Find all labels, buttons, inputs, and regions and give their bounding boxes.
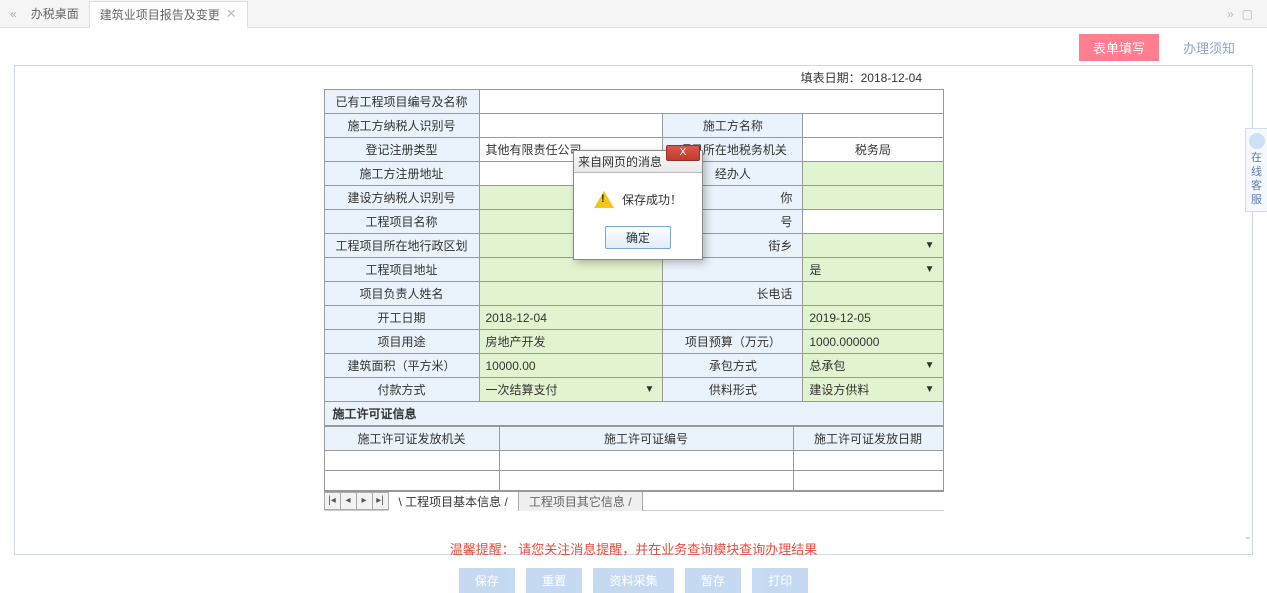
label-manager: 项目负责人姓名 [324, 282, 479, 306]
sheet-last-icon[interactable]: ▸| [372, 492, 388, 510]
close-icon[interactable]: ✕ [226, 6, 237, 22]
value-agent[interactable] [803, 162, 943, 186]
chevron-down-icon[interactable]: ▼ [925, 264, 935, 275]
subtab-notice[interactable]: 办理须知 [1169, 34, 1249, 61]
label-usage: 项目用途 [324, 330, 479, 354]
permit-col-authority: 施工许可证发放机关 [324, 427, 499, 451]
label-reg-type: 登记注册类型 [324, 138, 479, 162]
value-contract-mode[interactable]: 总承包▼ [803, 354, 943, 378]
print-button[interactable]: 打印 [752, 568, 808, 593]
label-contractor-name: 施工方名称 [663, 114, 803, 138]
dialog-titlebar[interactable]: 来自网页的消息 X [574, 151, 702, 173]
tabs-next-icon[interactable]: » [1227, 7, 1234, 21]
sheet-tab-bar: |◂ ◂ ▸ ▸| \ 工程项目基本信息 / 工程项目其它信息 / [324, 491, 944, 511]
value-start-date[interactable]: 2018-12-04 [479, 306, 663, 330]
chevron-down-icon[interactable]: ▼ [925, 384, 935, 395]
label-phone-suffix: 长电话 [663, 282, 803, 306]
permit-col-date: 施工许可证发放日期 [793, 427, 943, 451]
value-project-addr[interactable] [479, 258, 663, 282]
form-frame: 填表日期：2018-12-04 已有工程项目编号及名称 施工方纳税人识别号 施工… [14, 65, 1253, 555]
save-success-dialog: 来自网页的消息 X 保存成功！ 确定 [573, 150, 703, 260]
reminder-text: 温馨提醒： 请您关注消息提醒，并在业务查询模块查询办理结果 [15, 539, 1252, 558]
chevron-down-icon[interactable]: ▼ [644, 384, 654, 395]
value-proj-no[interactable] [803, 210, 943, 234]
label-area: 建筑面积（平方米） [324, 354, 479, 378]
tabs-prev-icon[interactable]: « [6, 7, 21, 21]
tab-building-project[interactable]: 建筑业项目报告及变更 ✕ [89, 1, 248, 28]
sheet-prev-icon[interactable]: ◂ [340, 492, 356, 510]
label-start-date: 开工日期 [324, 306, 479, 330]
permit-col-number: 施工许可证编号 [499, 427, 793, 451]
warning-icon [594, 191, 614, 208]
chevron-down-icon[interactable]: ▼ [925, 360, 935, 371]
label-hidden1 [663, 258, 803, 282]
tabs-menu-icon[interactable]: ▢ [1242, 7, 1253, 21]
dialog-close-button[interactable]: X [666, 145, 700, 161]
value-tax-authority: 税务局 [803, 138, 943, 162]
value-budget[interactable]: 1000.000000 [803, 330, 943, 354]
reset-button[interactable]: 重置 [526, 568, 582, 593]
label-contractor-addr: 施工方注册地址 [324, 162, 479, 186]
label-builder-tax-id: 建设方纳税人识别号 [324, 186, 479, 210]
label-end-date [663, 306, 803, 330]
sheet-tab-other[interactable]: 工程项目其它信息 / [519, 492, 643, 511]
subtab-fill-form[interactable]: 表单填写 [1079, 34, 1159, 61]
tab-tax-desktop[interactable]: 办税桌面 [21, 1, 89, 26]
permit-section-header: 施工许可证信息 [324, 402, 944, 426]
top-tab-bar: « 办税桌面 建筑业项目报告及变更 ✕ » ▢ [0, 0, 1267, 28]
value-phone[interactable] [803, 282, 943, 306]
value-township[interactable]: ▼ [803, 234, 943, 258]
label-budget: 项目预算（万元） [663, 330, 803, 354]
permit-table: 施工许可证发放机关 施工许可证编号 施工许可证发放日期 [324, 426, 944, 491]
sheet-next-icon[interactable]: ▸ [356, 492, 372, 510]
table-row[interactable] [324, 451, 943, 471]
label-existing-project: 已有工程项目编号及名称 [324, 90, 479, 114]
scroll-down-icon[interactable]: ˇ [1245, 534, 1250, 550]
value-contractor-tax-id[interactable] [479, 114, 663, 138]
label-contractor-tax-id: 施工方纳税人识别号 [324, 114, 479, 138]
label-contract-mode: 承包方式 [663, 354, 803, 378]
label-project-name: 工程项目名称 [324, 210, 479, 234]
action-buttons: 保存 重置 资料采集 暂存 打印 [15, 568, 1252, 593]
chevron-down-icon[interactable]: ▼ [925, 240, 935, 251]
subheader: 表单填写 办理须知 [0, 28, 1267, 65]
value-existing-project[interactable] [479, 90, 943, 114]
save-button[interactable]: 保存 [459, 568, 515, 593]
stash-button[interactable]: 暂存 [685, 568, 741, 593]
value-contractor-name[interactable] [803, 114, 943, 138]
label-admin-div: 工程项目所在地行政区划 [324, 234, 479, 258]
value-pay-mode[interactable]: 一次结算支付▼ [479, 378, 663, 402]
value-usage[interactable]: 房地产开发 [479, 330, 663, 354]
table-row[interactable] [324, 471, 943, 491]
online-service-widget[interactable]: 在线客服 [1245, 128, 1267, 212]
fill-date-row: 填表日期：2018-12-04 [15, 66, 1252, 89]
refresh-button[interactable]: 资料采集 [593, 568, 673, 593]
value-builder[interactable] [803, 186, 943, 210]
value-supply-mode[interactable]: 建设方供料▼ [803, 378, 943, 402]
value-yes[interactable]: 是▼ [803, 258, 943, 282]
dialog-message: 保存成功！ [622, 191, 682, 208]
label-project-addr: 工程项目地址 [324, 258, 479, 282]
value-manager[interactable] [479, 282, 663, 306]
dialog-ok-button[interactable]: 确定 [605, 226, 671, 249]
sheet-first-icon[interactable]: |◂ [324, 492, 340, 510]
value-end-date[interactable]: 2019-12-05 [803, 306, 943, 330]
label-pay-mode: 付款方式 [324, 378, 479, 402]
label-supply-mode: 供料形式 [663, 378, 803, 402]
avatar-icon [1249, 133, 1265, 149]
sheet-tab-basic[interactable]: \ 工程项目基本信息 / [389, 492, 519, 511]
value-area[interactable]: 10000.00 [479, 354, 663, 378]
